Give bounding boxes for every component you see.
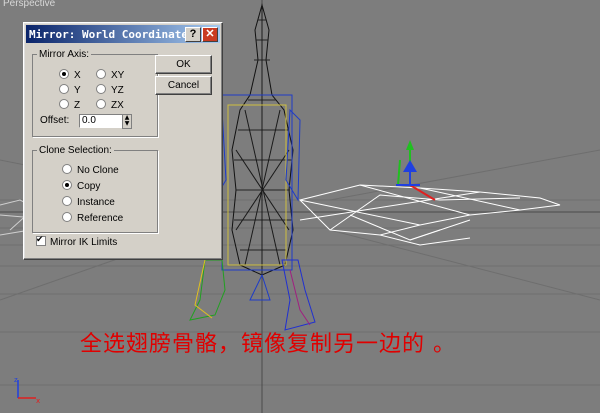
viewport-label[interactable]: Perspective	[3, 0, 55, 9]
viewport-perspective[interactable]: Perspective 全选翅膀骨骼，镜像复制另一边的 。 z x Mirror…	[0, 0, 600, 413]
mirror-ik-label: Mirror IK Limits	[50, 237, 118, 248]
radio-axis-zx[interactable]: ZX	[96, 99, 124, 111]
radio-reference-label: Reference	[77, 213, 124, 224]
clone-selection-legend: Clone Selection:	[39, 145, 112, 156]
radio-axis-z[interactable]: Z	[59, 99, 80, 111]
radio-axis-zx-label: ZX	[111, 100, 124, 111]
radio-axis-xy[interactable]: XY	[96, 69, 124, 81]
radio-dot	[96, 84, 106, 94]
radio-instance[interactable]: Instance	[62, 196, 115, 208]
annotation-caption: 全选翅膀骨骼，镜像复制另一边的 。	[80, 332, 456, 357]
checkbox-box	[36, 234, 46, 246]
close-button[interactable]: ✕	[202, 27, 218, 42]
dialog-title: Mirror: World Coordinates	[29, 28, 195, 41]
svg-text:x: x	[36, 397, 40, 404]
radio-axis-z-label: Z	[74, 100, 81, 111]
radio-no-clone[interactable]: No Clone	[62, 164, 119, 176]
offset-spinner[interactable]: ▲ ▼	[122, 114, 132, 129]
radio-axis-xy-label: XY	[111, 70, 125, 81]
radio-axis-y[interactable]: Y	[59, 84, 81, 96]
help-button[interactable]: ?	[185, 27, 201, 42]
radio-dot	[96, 99, 106, 109]
mirror-axis-legend: Mirror Axis:	[39, 49, 89, 60]
radio-reference[interactable]: Reference	[62, 212, 123, 224]
mirror-dialog: Mirror: World Coordinates ? ✕ Mirror Axi…	[23, 22, 223, 260]
radio-axis-x-label: X	[74, 70, 81, 81]
radio-dot	[59, 99, 69, 109]
radio-axis-x[interactable]: X	[59, 69, 81, 81]
radio-axis-yz[interactable]: YZ	[96, 84, 124, 96]
dialog-titlebar[interactable]: Mirror: World Coordinates ? ✕	[26, 25, 220, 43]
radio-copy[interactable]: Copy	[62, 180, 100, 192]
radio-dot	[96, 69, 106, 79]
radio-dot	[62, 196, 72, 206]
radio-axis-yz-label: YZ	[111, 85, 124, 96]
axis-tripod-icon: z x	[14, 376, 40, 404]
radio-dot	[59, 84, 69, 94]
offset-label: Offset:	[40, 115, 70, 126]
radio-instance-label: Instance	[77, 197, 115, 208]
offset-input[interactable]: 0.0	[79, 114, 123, 128]
radio-dot-selected	[59, 69, 69, 79]
wing-bones-right[interactable]	[299, 184, 561, 246]
radio-no-clone-label: No Clone	[77, 165, 119, 176]
radio-dot-selected	[62, 180, 72, 190]
mirror-ik-checkbox[interactable]: Mirror IK Limits	[36, 234, 118, 248]
radio-axis-y-label: Y	[74, 85, 81, 96]
ok-button[interactable]: OK	[155, 55, 212, 74]
cancel-button[interactable]: Cancel	[155, 76, 212, 95]
radio-dot	[62, 164, 72, 174]
radio-dot	[62, 212, 72, 222]
radio-copy-label: Copy	[77, 181, 101, 192]
svg-text:z: z	[14, 376, 18, 384]
transform-gizmo[interactable]	[396, 140, 436, 201]
